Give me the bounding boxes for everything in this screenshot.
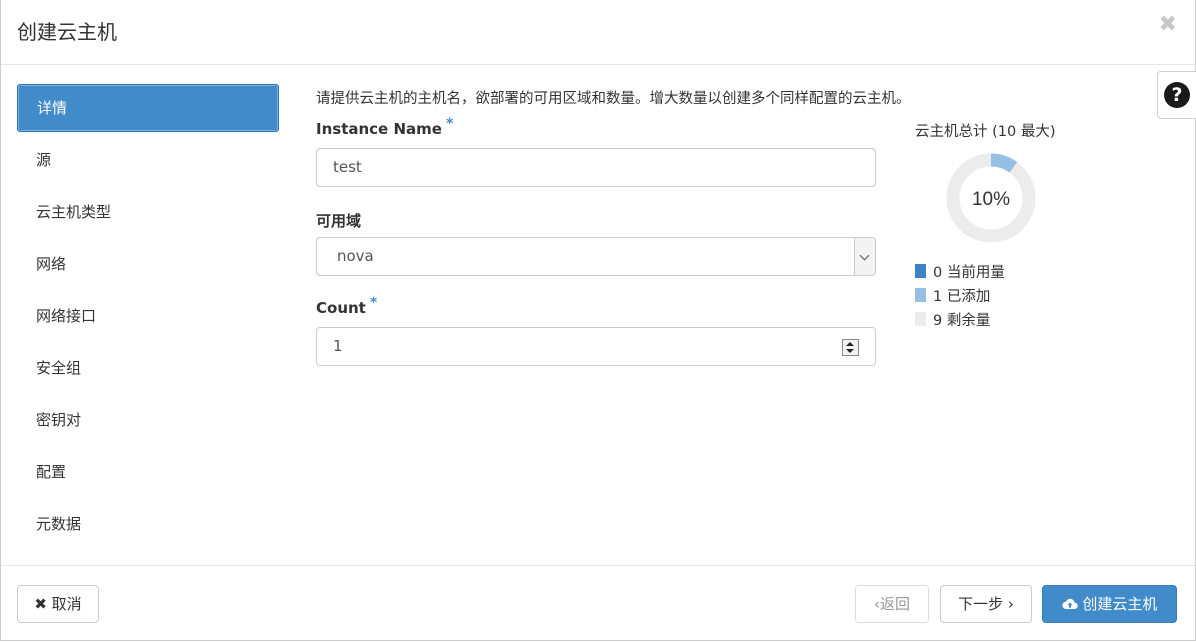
count-value: 1 [333,337,343,355]
nav-item-source[interactable]: 源 [17,136,279,184]
instance-name-label-text: Instance Name [316,120,442,138]
nav-item-security-groups[interactable]: 安全组 [17,344,279,392]
nav-item-details[interactable]: 详情 [17,84,279,132]
launch-instance-label: 创建云主机 [1082,595,1158,613]
nav-item-networks[interactable]: 网络 [17,240,279,288]
legend-swatch-used [915,264,926,278]
nav-item-flavor[interactable]: 云主机类型 [17,188,279,236]
question-icon: ? [1164,82,1190,108]
quota-donut-chart: 10% [946,153,1036,243]
legend-swatch-remaining [915,312,926,326]
required-mark: * [445,116,454,132]
cancel-button[interactable]: ✖ 取消 [17,585,99,623]
nav-item-network-ports[interactable]: 网络接口 [17,292,279,340]
availability-zone-value: nova [337,247,374,265]
instance-name-value: test [333,158,362,176]
legend-used-label: 当前用量 [946,265,1005,281]
nav-item-key-pair[interactable]: 密钥对 [17,396,279,444]
cancel-label: 取消 [51,595,82,613]
chevron-right-icon: › [1007,595,1014,613]
dialog-footer: ✖ 取消 ‹返回 下一步 › 创建云主机 [1,565,1195,641]
count-input[interactable]: 1 [316,327,876,366]
next-button[interactable]: 下一步 › [940,585,1032,623]
launch-instance-dialog: 创建云主机 ✖ ? 详情 源 云主机类型 网络 网络接口 安全组 密钥对 配置 … [0,0,1196,641]
dialog-header: 创建云主机 ✖ [1,0,1195,65]
legend-item-used: 0 当前用量 [915,264,1005,288]
legend-used-value: 0 [933,265,943,281]
nav-item-configuration[interactable]: 配置 [17,448,279,496]
stepper-up-icon[interactable] [846,342,854,346]
next-label: 下一步 [958,595,1004,613]
close-icon[interactable]: ✖ [1159,12,1177,37]
legend-swatch-added [915,288,926,302]
launch-instance-button[interactable]: 创建云主机 [1042,585,1177,623]
wizard-nav: 详情 源 云主机类型 网络 网络接口 安全组 密钥对 配置 元数据 [17,84,279,552]
legend-added-label: 已添加 [946,289,991,305]
cloud-upload-icon [1061,595,1083,613]
legend-remaining-value: 9 [933,313,943,329]
availability-zone-select[interactable]: nova [316,237,876,276]
legend-remaining-label: 剩余量 [946,313,991,329]
availability-zone-label: 可用域 [316,212,362,230]
legend-item-remaining: 9 剩余量 [915,312,1005,336]
instance-name-input[interactable]: test [316,148,876,187]
close-icon: ✖ [34,595,47,613]
instance-name-label: Instance Name * [316,116,453,138]
legend-added-value: 1 [933,289,943,305]
count-label-text: Count [316,299,366,317]
donut-percent-text: 10% [972,189,1010,210]
count-label: Count * [316,295,377,317]
dialog-title: 创建云主机 [17,20,117,44]
quota-legend: 0 当前用量 1 已添加 9 剩余量 [915,264,1005,336]
back-label: 返回 [879,595,910,613]
quota-title: 云主机总计 (10 最大) [915,124,1056,140]
form-description: 请提供云主机的主机名，欲部署的可用区域和数量。增大数量以创建多个同样配置的云主机… [316,91,911,107]
required-mark: * [369,295,378,311]
donut-added-arc [990,153,1018,173]
legend-item-added: 1 已添加 [915,288,1005,312]
help-button[interactable]: ? [1157,71,1196,119]
count-stepper[interactable] [842,339,859,356]
chevron-down-icon [854,238,875,275]
back-button[interactable]: ‹返回 [855,585,929,623]
nav-item-metadata[interactable]: 元数据 [17,500,279,548]
stepper-down-icon[interactable] [846,349,854,353]
